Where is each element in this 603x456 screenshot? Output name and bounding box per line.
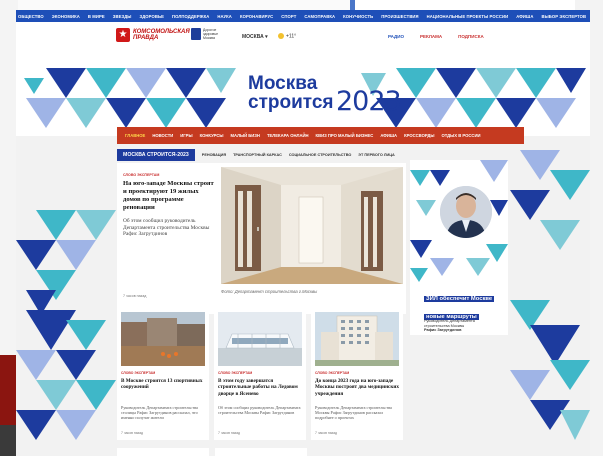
promo-headline[interactable]: ЗИЛ обеспечит Москве новые маршруты: [424, 287, 495, 323]
topnav-item[interactable]: В МИРЕ: [88, 14, 105, 19]
topnav-item[interactable]: ЗВЕЗДЫ: [113, 14, 132, 19]
topnav-item[interactable]: СПОРТ: [281, 14, 296, 19]
card-title[interactable]: В этом году завершатся строительные рабо…: [218, 378, 302, 397]
card-image: [315, 312, 399, 366]
city-label: МОСКВА: [242, 34, 264, 40]
next-card[interactable]: [215, 448, 307, 456]
banner-title: Москва строится 2023: [248, 73, 402, 117]
topnav-item[interactable]: АФИША: [516, 14, 533, 19]
menu-item-contests[interactable]: КОНКУРСЫ: [200, 133, 224, 138]
topnav-item[interactable]: ПОЛПОДДЕРЖКА: [172, 14, 209, 19]
ads-link[interactable]: РЕКЛАМА: [420, 34, 442, 39]
topnav-item[interactable]: ОБЩЕСТВО: [18, 14, 44, 19]
photo-caption: Фото: Департамент строительства г.Москвы: [221, 289, 318, 294]
banner-line1: Москва: [248, 73, 318, 94]
speaker-role: Руководитель Департамента строительства …: [424, 319, 475, 328]
news-card[interactable]: СЛОВО ЭКСПЕРТАМ В этом году завершатся с…: [214, 308, 306, 440]
promo-headline-text: ЗИЛ обеспечит Москве новые маршруты: [424, 296, 495, 320]
lead-article[interactable]: СЛОВО ЭКСПЕРТАМ На юго-западе Москвы стр…: [117, 163, 406, 314]
topnav-item[interactable]: ЭКОНОМИКА: [52, 14, 80, 19]
card-label: СЛОВО ЭКСПЕРТАМ: [218, 371, 253, 375]
project-banner[interactable]: Москва строится 2023: [16, 58, 590, 136]
news-card[interactable]: СЛОВО ЭКСПЕРТАМ В Москве строится 13 спо…: [117, 308, 209, 440]
menu-item-tv-online[interactable]: ТЕЛЕКАРА ОНЛАЙН: [267, 133, 309, 138]
section-menu: ГЛАВНОЕ НОВОСТИ ИГРЫ КОНКУРСЫ МАЛЫЙ БИЗН…: [117, 127, 524, 144]
article-label: СЛОВО ЭКСПЕРТАМ: [123, 173, 160, 177]
menu-item-news[interactable]: НОВОСТИ: [152, 133, 173, 138]
right-pattern-decoration: [510, 150, 590, 440]
apartment-interior-image: [221, 167, 403, 284]
article-description: Об этом сообщил руководитель Департамент…: [123, 218, 210, 238]
temperature: +11°: [286, 33, 297, 40]
subnav-item-renovation[interactable]: РЕНОВАЦИЯ: [202, 153, 226, 157]
article-title[interactable]: На юго-западе Москвы строят и проектирую…: [123, 180, 217, 212]
ice-palace-render-image: [218, 312, 302, 366]
sun-icon: [278, 33, 284, 39]
medical-building-image: [315, 312, 399, 366]
partner-text: Дорогое здоровье Москва: [203, 28, 219, 40]
topnav-item[interactable]: ЗДОРОВЬЕ: [139, 14, 164, 19]
news-card[interactable]: СЛОВО ЭКСПЕРТАМ До конца 2023 года на юг…: [311, 308, 403, 440]
card-title[interactable]: До конца 2023 года на юго-западе Москвы …: [315, 378, 399, 397]
card-description: Руководитель Департамента строительства …: [315, 405, 392, 420]
construction-site-image: [121, 312, 205, 366]
topnav-item[interactable]: НАЦИОНАЛЬНЫЕ ПРОЕКТЫ РОССИИ: [427, 14, 509, 19]
weather-widget[interactable]: +11°: [278, 33, 296, 39]
card-label: СЛОВО ЭКСПЕРТАМ: [121, 371, 156, 375]
partner-emblem-icon: [191, 28, 201, 40]
header-links: РАДИО РЕКЛАМА ПОДПИСКА: [388, 34, 484, 39]
site-logo[interactable]: ★ КОМСОМОЛЬСКАЯ ПРАВДА: [116, 28, 190, 42]
red-star-icon: ★: [116, 28, 130, 42]
browser-screen: ОБЩЕСТВО ЭКОНОМИКА В МИРЕ ЗВЕЗДЫ ЗДОРОВЬ…: [16, 10, 590, 456]
side-promo-card[interactable]: ЗИЛ обеспечит Москве новые маршруты Руко…: [410, 160, 508, 335]
topnav-item[interactable]: НАУКА: [217, 14, 232, 19]
background-window-panel: [355, 0, 595, 10]
subnav-item-first-person[interactable]: ЭТ ПЕРВОГО ЛИЦА: [358, 153, 395, 157]
site-header: ★ КОМСОМОЛЬСКАЯ ПРАВДА Дорогое здоровье …: [16, 22, 590, 58]
card-image: [218, 312, 302, 366]
banner-year: 2023: [336, 86, 402, 117]
card-time: 7 часов назад: [121, 431, 143, 435]
speaker-name: Рафис Загрутдинов: [424, 328, 462, 333]
topnav-item[interactable]: КОРОНАВИРУС: [240, 14, 273, 19]
top-category-nav: ОБЩЕСТВО ЭКОНОМИКА В МИРЕ ЗВЕЗДЫ ЗДОРОВЬ…: [16, 10, 590, 22]
left-pattern-decoration: [16, 210, 116, 440]
topnav-item[interactable]: ВЫБОР ЭКСПЕРТОВ: [541, 14, 586, 19]
project-tag[interactable]: МОСКВА СТРОИТСЯ-2023: [117, 148, 195, 161]
card-description: Об этом сообщил руководитель Департамент…: [218, 405, 301, 415]
subscribe-link[interactable]: ПОДПИСКА: [458, 34, 484, 39]
card-label: СЛОВО ЭКСПЕРТАМ: [315, 371, 350, 375]
lead-photo[interactable]: [221, 167, 403, 284]
menu-item-travel[interactable]: ОТДЫХ В РОССИИ: [441, 133, 480, 138]
radio-link[interactable]: РАДИО: [388, 34, 404, 39]
card-title[interactable]: В Москве строится 13 спортивных сооружен…: [121, 378, 205, 391]
card-description: Руководитель Департамента строительства …: [121, 405, 198, 420]
city-selector[interactable]: МОСКВА ▾: [242, 34, 268, 40]
card-time: 7 часов назад: [218, 431, 240, 435]
subnav-item-transport[interactable]: ТРАНСПОРТНЫЙ КАРКАС: [233, 153, 282, 157]
banner-line2: строится: [248, 92, 334, 113]
menu-item-crosswords[interactable]: КРОССВОРДЫ: [404, 133, 434, 138]
article-time: 7 часов назад: [123, 294, 147, 298]
subnav-item-social[interactable]: СОЦИАЛЬНОЕ СТРОИТЕЛЬСТВО: [289, 153, 351, 157]
menu-item-main[interactable]: ГЛАВНОЕ: [125, 133, 145, 138]
logo-text: КОМСОМОЛЬСКАЯ ПРАВДА: [133, 29, 190, 41]
menu-item-afisha[interactable]: АФИША: [380, 133, 397, 138]
card-image: [121, 312, 205, 366]
topnav-item[interactable]: КОНУЧИОСТЬ: [343, 14, 373, 19]
speaker-caption: Руководитель Департамента строительства …: [424, 319, 496, 333]
next-row-cards: [117, 448, 524, 456]
card-time: 7 часов назад: [315, 431, 337, 435]
menu-item-games[interactable]: ИГРЫ: [180, 133, 192, 138]
partner-logo[interactable]: Дорогое здоровье Москва: [191, 28, 229, 40]
person-photo: [440, 186, 492, 238]
speaker-portrait: [440, 186, 492, 238]
next-card[interactable]: [117, 448, 209, 456]
topnav-item[interactable]: САМОПРАВКА: [304, 14, 335, 19]
menu-item-quiz[interactable]: КВИЗ ПРО МАЛЫЙ БИЗНЕС: [316, 133, 374, 138]
menu-item-small-business[interactable]: МАЛЫЙ БИЗН: [231, 133, 260, 138]
topnav-item[interactable]: ПРОИЗШЕСТВИЯ: [381, 14, 418, 19]
